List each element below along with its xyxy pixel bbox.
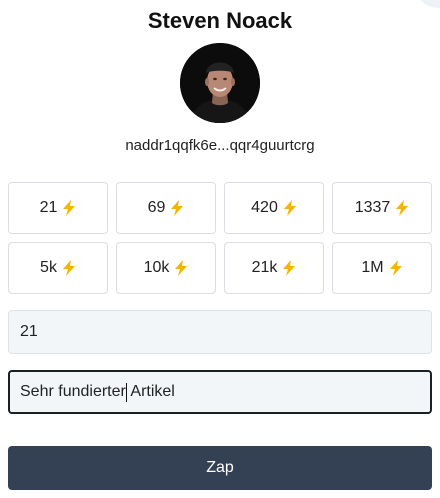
amount-presets: 21 69 420 1337 5k 10k 21k 1M xyxy=(8,182,432,294)
amount-label: 1M xyxy=(361,259,384,276)
zap-button[interactable]: Zap xyxy=(8,446,432,490)
amount-label: 1337 xyxy=(354,199,391,216)
amount-button-10k[interactable]: 10k xyxy=(116,242,216,294)
zap-dialog: Steven Noack naddr1qqfk6e...qqr4guurtcrg… xyxy=(0,0,440,498)
lightning-bolt-icon xyxy=(174,260,188,276)
amount-label: 69 xyxy=(147,199,166,216)
lightning-bolt-icon xyxy=(389,260,403,276)
amount-button-1m[interactable]: 1M xyxy=(332,242,432,294)
lightning-bolt-icon xyxy=(283,200,297,216)
comment-text-after-cursor: Artikel xyxy=(126,383,175,400)
amount-input[interactable]: 21 xyxy=(8,310,432,354)
npub-address: naddr1qqfk6e...qqr4guurtcrg xyxy=(125,137,315,154)
lightning-bolt-icon xyxy=(62,200,76,216)
amount-button-21[interactable]: 21 xyxy=(8,182,108,234)
amount-button-420[interactable]: 420 xyxy=(224,182,324,234)
amount-input-value: 21 xyxy=(20,323,38,340)
comment-input[interactable]: Sehr fundierter Artikel xyxy=(8,370,432,414)
amount-button-5k[interactable]: 5k xyxy=(8,242,108,294)
comment-text-before-cursor: Sehr fundierter xyxy=(20,383,126,400)
amount-button-21k[interactable]: 21k xyxy=(224,242,324,294)
profile-name: Steven Noack xyxy=(147,8,293,33)
amount-label: 5k xyxy=(40,259,57,276)
amount-label: 10k xyxy=(143,259,170,276)
lightning-bolt-icon xyxy=(170,200,184,216)
avatar xyxy=(180,43,260,123)
lightning-bolt-icon xyxy=(62,260,76,276)
amount-button-69[interactable]: 69 xyxy=(116,182,216,234)
lightning-bolt-icon xyxy=(395,200,409,216)
zap-button-label: Zap xyxy=(206,459,234,476)
amount-button-1337[interactable]: 1337 xyxy=(332,182,432,234)
amount-label: 21k xyxy=(251,259,278,276)
lightning-bolt-icon xyxy=(282,260,296,276)
amount-label: 420 xyxy=(251,199,278,216)
amount-label: 21 xyxy=(39,199,58,216)
